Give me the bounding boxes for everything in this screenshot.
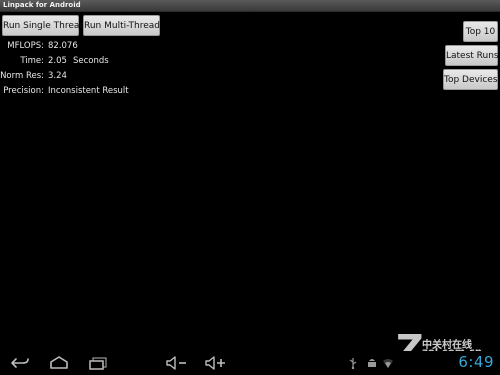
top-devices-button[interactable]: Top Devices [443,69,498,90]
time-label: Time: [20,56,44,66]
recent-apps-icon[interactable] [87,355,109,371]
back-icon[interactable] [9,355,31,371]
volume-down-icon[interactable] [165,355,189,371]
time-unit: Seconds [73,56,109,66]
wifi-icon [383,359,393,368]
window-title: Linpack for Android [3,1,81,9]
time-value: 2.05 [48,56,67,66]
norm-res-label: Norm Res: [0,71,44,81]
home-icon[interactable] [48,355,70,371]
mflops-label: MFLOPS: [7,41,44,51]
latest-runs-button[interactable]: Latest Runs [445,45,499,66]
title-bar: Linpack for Android [0,0,500,12]
volume-up-icon[interactable] [204,355,228,371]
precision-value: Inconsistent Result [48,86,129,96]
top-10-button[interactable]: Top 10 [463,21,498,42]
run-single-thread-button[interactable]: Run Single Thread [2,15,85,36]
norm-res-value: 3.24 [48,71,67,81]
mflops-value: 82.076 [48,41,78,51]
precision-label: Precision: [3,86,44,96]
usb-icon [349,358,357,369]
android-debug-icon [368,359,376,367]
run-multi-thread-button[interactable]: Run Multi-Thread [83,15,160,36]
system-nav-bar: 6:49 [0,351,500,375]
status-clock: 6:49 [458,353,494,371]
